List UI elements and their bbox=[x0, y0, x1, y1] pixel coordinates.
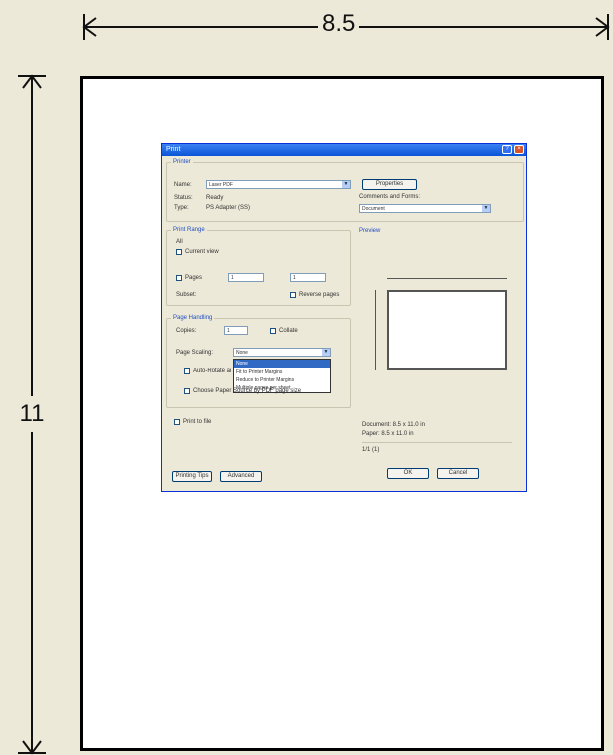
page-handling-title: Page Handling bbox=[171, 315, 215, 321]
choose-paper-label: Choose Paper Source by PDF page size bbox=[193, 388, 302, 394]
page-scaling-value: None bbox=[236, 350, 248, 356]
document-info: Document: 8.5 x 11.0 in bbox=[362, 422, 425, 428]
width-label: 8.5 bbox=[318, 10, 360, 38]
printer-group-title: Printer bbox=[171, 159, 193, 165]
scaling-option[interactable]: Reduce to Printer Margins bbox=[234, 376, 330, 384]
print-to-file-checkbox[interactable] bbox=[174, 419, 180, 425]
pages-label: Pages bbox=[185, 275, 203, 281]
ok-button[interactable]: OK bbox=[387, 468, 429, 479]
status-label: Status: bbox=[174, 195, 193, 201]
separator bbox=[362, 442, 512, 443]
copies-stepper[interactable]: 1 bbox=[224, 326, 248, 335]
printer-name-select[interactable]: Laser PDF ▼ bbox=[206, 180, 351, 189]
scaling-option[interactable]: None bbox=[234, 360, 330, 368]
auto-rotate-label: Auto-Rotate and Center bbox=[193, 368, 231, 374]
preview-width-ruler bbox=[387, 278, 507, 279]
copies-label: Copies: bbox=[176, 328, 197, 334]
scaling-option[interactable]: Fit to Printer Margins bbox=[234, 368, 330, 376]
reverse-pages-checkbox[interactable] bbox=[290, 292, 296, 298]
type-label: Type: bbox=[174, 205, 189, 211]
all-label: All bbox=[176, 239, 183, 245]
print-dialog: Print ? × Printer Name: Laser PDF ▼ Prop… bbox=[161, 143, 527, 492]
auto-rotate-checkbox[interactable] bbox=[184, 368, 190, 374]
printer-group: Printer bbox=[166, 159, 524, 222]
page-scaling-select[interactable]: None ▼ bbox=[233, 348, 331, 357]
page-scaling-label: Page Scaling: bbox=[176, 350, 214, 356]
print-range-title: Print Range bbox=[171, 227, 207, 233]
cancel-button[interactable]: Cancel bbox=[437, 468, 479, 479]
current-view-label: Current view bbox=[185, 249, 219, 255]
status-value: Ready bbox=[206, 195, 224, 201]
copies-value: 1 bbox=[227, 328, 230, 334]
current-view-checkbox[interactable] bbox=[176, 249, 182, 255]
height-label: 11 bbox=[14, 396, 50, 432]
properties-button[interactable]: Properties bbox=[362, 179, 417, 190]
subset-label: Subset: bbox=[176, 292, 197, 298]
pages-info: 1/1 (1) bbox=[362, 447, 380, 453]
advanced-button[interactable]: Advanced bbox=[220, 471, 262, 482]
reverse-pages-label: Reverse pages bbox=[299, 292, 340, 298]
help-icon[interactable]: ? bbox=[502, 145, 512, 154]
dialog-title: Print bbox=[166, 146, 181, 153]
collate-label: Collate bbox=[279, 328, 298, 334]
comments-label: Comments and Forms: bbox=[359, 194, 421, 200]
comments-select[interactable]: Document ▼ bbox=[359, 204, 491, 213]
pages-to-input[interactable]: 1 bbox=[290, 273, 326, 282]
printing-tips-button[interactable]: Printing Tips bbox=[172, 471, 212, 482]
preview-height-ruler bbox=[375, 290, 376, 370]
collate-checkbox[interactable] bbox=[270, 328, 276, 334]
page-preview bbox=[367, 274, 512, 386]
preview-label: Preview bbox=[359, 228, 381, 234]
preview-paper bbox=[387, 290, 507, 370]
dialog-titlebar: Print ? × bbox=[162, 144, 526, 156]
pages-radio[interactable] bbox=[176, 275, 182, 281]
paper-info: Paper: 8.5 x 11.0 in bbox=[362, 431, 414, 437]
close-icon[interactable]: × bbox=[514, 145, 524, 154]
printer-name-value: Laser PDF bbox=[209, 182, 233, 188]
pages-from-input[interactable]: 1 bbox=[228, 273, 264, 282]
chevron-down-icon: ▼ bbox=[322, 349, 330, 356]
chevron-down-icon: ▼ bbox=[482, 205, 490, 212]
pages-to-value: 1 bbox=[293, 275, 296, 281]
type-value: PS Adapter (SS) bbox=[206, 205, 251, 211]
print-to-file-label: Print to file bbox=[183, 419, 212, 425]
pages-from-value: 1 bbox=[231, 275, 234, 281]
chevron-down-icon: ▼ bbox=[342, 181, 350, 188]
name-label: Name: bbox=[174, 182, 192, 188]
choose-paper-checkbox[interactable] bbox=[184, 388, 190, 394]
comments-value: Document bbox=[362, 206, 385, 212]
